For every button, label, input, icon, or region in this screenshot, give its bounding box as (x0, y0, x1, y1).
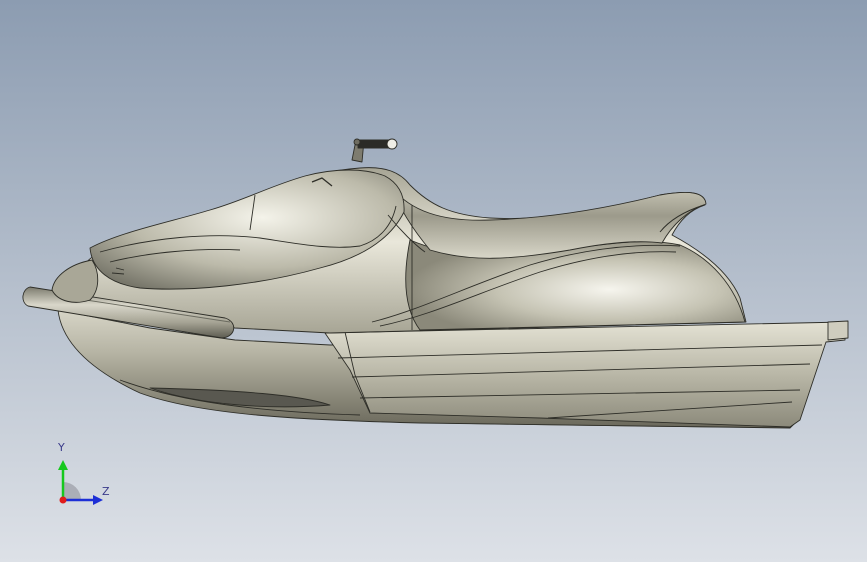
rear-deck-step (827, 320, 849, 341)
nose-tip (51, 259, 99, 303)
view-orientation-triad: Y Z (48, 440, 118, 510)
hull-side-panel (324, 321, 846, 428)
handlebar-end (386, 138, 398, 150)
jet-ski-model[interactable] (0, 0, 867, 562)
y-axis-label: Y (58, 441, 65, 454)
graphics-viewport[interactable]: Y Z (0, 0, 867, 562)
z-axis-label: Z (102, 485, 110, 498)
